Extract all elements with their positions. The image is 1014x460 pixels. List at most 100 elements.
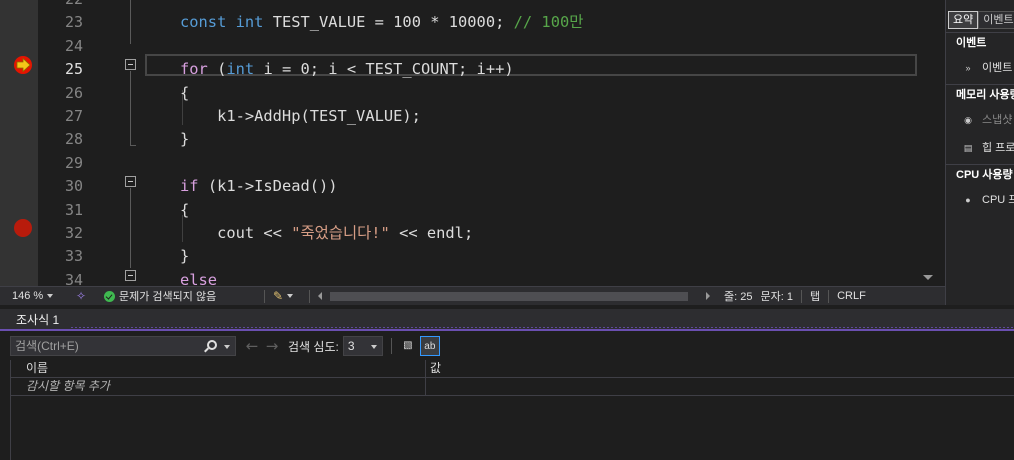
code-token: int — [235, 13, 264, 32]
code-token: { — [180, 83, 190, 102]
events-item[interactable]: » 이벤트 — [962, 60, 1012, 76]
issues-text: 문제가 검색되지 않음 — [119, 291, 217, 303]
active-panel-accent — [0, 329, 1014, 331]
record-dot-icon: ● — [965, 195, 971, 205]
collapse-if-block-icon[interactable] — [125, 176, 136, 187]
line-number-gutter: 22 23 24 25 26 27 28 29 30 31 32 33 34 — [38, 0, 86, 286]
column-divider[interactable] — [425, 360, 426, 396]
events-section-header: 이벤트 — [946, 32, 1014, 54]
code-token: << endl; — [389, 224, 474, 242]
code-line[interactable]: else — [180, 269, 217, 286]
code-line[interactable]: } — [180, 128, 189, 151]
code-token: ( — [207, 60, 227, 79]
code-editor[interactable]: 22 23 24 25 26 27 28 29 30 31 32 33 34 const int TES… — [0, 0, 937, 286]
code-token: // 100만 — [513, 13, 584, 32]
scroll-down-arrow-icon[interactable] — [923, 275, 933, 280]
code-line[interactable]: for (int i = 0; i < TEST_COUNT; i++) — [180, 58, 514, 81]
issues-indicator[interactable]: 문제가 검색되지 않음 — [100, 287, 260, 306]
snapshot-label: 스냅샷 — [982, 114, 1013, 126]
line-number: 32 — [64, 224, 83, 242]
search-depth-select[interactable]: 3 — [342, 336, 383, 356]
heap-profiling-item[interactable]: ▤ 힙 프로파일링 — [962, 140, 1014, 156]
column-header-name[interactable]: 이름 — [26, 360, 48, 377]
horizontal-scrollbar[interactable] — [316, 287, 712, 306]
chevron-down-icon — [287, 294, 294, 298]
editor-status-bar: 146 % ✧ 문제가 검색되지 않음 ✎ 줄: 25 문자: 1 탭 CRLF — [0, 286, 945, 305]
line-number: 26 — [64, 83, 83, 102]
add-watch-item[interactable]: 감시할 항목 추가 — [26, 378, 110, 395]
search-previous-arrow-icon[interactable]: ← — [242, 336, 262, 356]
code-token: } — [180, 130, 190, 149]
code-line[interactable]: { — [180, 199, 189, 222]
tab-summary[interactable]: 요약 — [948, 11, 979, 29]
code-line[interactable]: } — [180, 245, 189, 268]
watch-search-input[interactable]: 검색(Ctrl+E) — [10, 336, 236, 356]
search-depth-label: 검색 심도: — [288, 339, 339, 354]
code-token: cout << — [180, 224, 292, 242]
line-number: 33 — [64, 247, 83, 266]
breakpoint-current-arrow-icon[interactable] — [13, 55, 33, 75]
line-number: 27 — [64, 107, 83, 125]
line-ending-indicator[interactable]: CRLF — [833, 287, 870, 306]
add-watch-row[interactable]: 감시할 항목 추가 — [11, 378, 1014, 396]
search-icon[interactable] — [207, 340, 217, 350]
zoom-dropdown[interactable]: 146 % — [0, 287, 72, 306]
tab-events[interactable]: 이벤트 — [978, 11, 1014, 29]
chevron-down-icon — [370, 345, 377, 349]
breakpoint-icon[interactable] — [13, 218, 33, 238]
code-token: TEST_VALUE = 100 * 10000; — [263, 13, 514, 32]
cpu-section-header: CPU 사용량 — [946, 164, 1014, 186]
camera-icon: ◉ — [964, 115, 972, 125]
indent-indicator[interactable]: 탭 — [806, 287, 824, 306]
code-line[interactable]: if (k1->IsDead()) — [180, 175, 338, 198]
intellicode-icon[interactable]: ✧ — [72, 287, 100, 306]
code-token: "죽었습니다!" — [291, 224, 390, 242]
scroll-left-arrow-icon[interactable] — [318, 291, 322, 300]
pin-icon[interactable]: ▧ — [398, 336, 418, 356]
line-number: 28 — [64, 130, 83, 149]
column-header-value[interactable]: 값 — [430, 360, 441, 377]
code-token: else — [180, 270, 218, 286]
code-token: const — [180, 13, 227, 32]
brush-icon: ✎ — [273, 289, 284, 303]
code-cleanup-button[interactable]: ✎ — [269, 287, 305, 306]
code-token: { — [180, 200, 190, 219]
watch-grid: 이름 값 감시할 항목 추가 — [10, 360, 1014, 460]
code-line[interactable]: cout << "죽었습니다!" << endl; — [180, 222, 473, 245]
collapse-for-block-icon[interactable] — [125, 59, 136, 70]
code-text-area[interactable]: const int TEST_VALUE = 100 * 10000; // 1… — [148, 0, 919, 286]
code-token: } — [180, 247, 190, 266]
view-as-hex-icon[interactable]: ab — [419, 336, 440, 356]
vertical-scrollbar[interactable] — [919, 0, 937, 286]
line-number: 34 — [64, 270, 83, 286]
line-number: 31 — [64, 200, 83, 219]
watch-grid-header: 이름 값 — [11, 360, 1014, 378]
line-number: 29 — [64, 153, 83, 172]
diagnostic-tools-panel: 요약 이벤트 이벤트 » 이벤트 메모리 사용량 ◉ 스냅샷 ▤ 힙 프로파일링… — [945, 0, 1014, 305]
cpu-profiling-item[interactable]: ● CPU 프로파일링 — [962, 192, 1014, 208]
code-line[interactable]: { — [180, 82, 189, 105]
line-number: 24 — [64, 36, 83, 55]
code-line[interactable]: const int TEST_VALUE = 100 * 10000; // 1… — [180, 11, 583, 34]
scroll-right-arrow-icon[interactable] — [706, 291, 710, 300]
line-number: 23 — [64, 13, 83, 32]
code-token: k1->AddHp(TEST_VALUE); — [180, 107, 421, 125]
code-line[interactable]: k1->AddHp(TEST_VALUE); — [180, 105, 421, 128]
events-icon: » — [965, 63, 971, 73]
collapse-else-block-icon[interactable] — [125, 270, 136, 281]
search-depth-value: 3 — [347, 339, 355, 353]
horizontal-scroll-thumb[interactable] — [330, 291, 688, 301]
breakpoint-margin[interactable] — [0, 0, 38, 286]
snapshot-item[interactable]: ◉ 스냅샷 — [962, 112, 1012, 128]
chevron-down-icon — [47, 294, 54, 298]
line-indicator[interactable]: 줄: 25 — [720, 287, 756, 306]
cpu-profiling-label: CPU 프로파일링 — [982, 194, 1014, 206]
code-token: i = 0; i < TEST_COUNT; i++) — [254, 60, 514, 79]
memory-chip-icon: ▤ — [963, 143, 973, 153]
chevron-down-icon[interactable] — [224, 345, 230, 349]
diagnostic-tabs: 요약 이벤트 — [948, 11, 1014, 29]
code-token: for — [180, 60, 208, 79]
search-next-arrow-icon[interactable]: → — [262, 336, 282, 356]
column-indicator[interactable]: 문자: 1 — [756, 287, 796, 306]
